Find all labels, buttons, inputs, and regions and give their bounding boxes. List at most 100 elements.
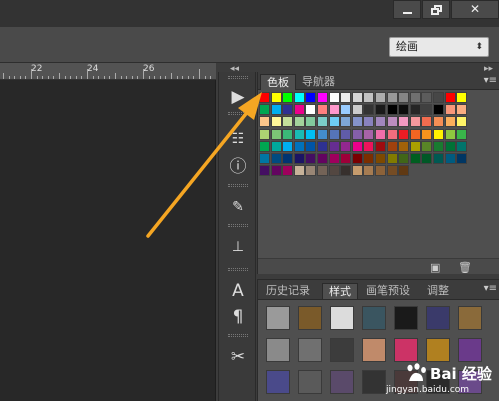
color-swatch[interactable] xyxy=(328,128,340,140)
color-swatch[interactable] xyxy=(444,140,456,152)
color-swatch[interactable] xyxy=(386,128,398,140)
color-swatch[interactable] xyxy=(259,92,270,103)
color-swatch[interactable] xyxy=(340,92,352,103)
tab-navigator[interactable]: 导航器 xyxy=(296,74,341,90)
color-swatch[interactable] xyxy=(293,140,305,152)
style-preset[interactable] xyxy=(458,338,482,362)
color-swatch[interactable] xyxy=(456,128,468,140)
color-swatch[interactable] xyxy=(259,165,270,177)
color-swatch[interactable] xyxy=(421,92,433,103)
color-swatch[interactable] xyxy=(433,153,444,164)
color-swatch[interactable] xyxy=(398,165,410,177)
color-swatch[interactable] xyxy=(375,128,386,140)
color-swatch[interactable] xyxy=(282,116,294,128)
color-swatch[interactable] xyxy=(456,104,468,116)
color-swatch[interactable] xyxy=(433,104,444,116)
color-swatch[interactable] xyxy=(340,153,352,164)
color-swatch[interactable] xyxy=(340,116,352,128)
color-swatch[interactable] xyxy=(282,128,294,140)
color-swatch[interactable] xyxy=(351,165,363,177)
color-swatch[interactable] xyxy=(421,128,433,140)
color-swatch[interactable] xyxy=(375,140,386,152)
color-swatch[interactable] xyxy=(293,92,305,103)
color-swatch[interactable] xyxy=(363,104,375,116)
color-swatch[interactable] xyxy=(433,128,444,140)
tab-history[interactable]: 历史记录 xyxy=(260,283,316,299)
color-swatch[interactable] xyxy=(351,116,363,128)
panel-menu-icon[interactable]: ▾≡ xyxy=(484,284,497,294)
color-swatch[interactable] xyxy=(293,116,305,128)
color-swatch[interactable] xyxy=(293,128,305,140)
color-swatch[interactable] xyxy=(386,92,398,103)
clone-stamp-icon[interactable]: ⊥ xyxy=(227,236,249,258)
color-swatch[interactable] xyxy=(398,116,410,128)
color-swatch[interactable] xyxy=(305,153,317,164)
tab-styles[interactable]: 样式 xyxy=(322,283,358,299)
color-swatch[interactable] xyxy=(375,104,386,116)
color-swatch[interactable] xyxy=(398,92,410,103)
color-swatch[interactable] xyxy=(340,165,352,177)
color-swatch[interactable] xyxy=(317,140,328,152)
color-swatch[interactable] xyxy=(363,165,375,177)
color-swatch[interactable] xyxy=(421,140,433,152)
color-swatch[interactable] xyxy=(398,140,410,152)
strip-grip[interactable] xyxy=(228,76,248,79)
color-swatch[interactable] xyxy=(351,128,363,140)
color-swatch[interactable] xyxy=(293,165,305,177)
strip-grip[interactable] xyxy=(228,184,248,187)
document-canvas-area[interactable]: 22 24 26 xyxy=(0,63,216,401)
color-swatch[interactable] xyxy=(305,92,317,103)
style-preset[interactable] xyxy=(426,306,450,330)
color-swatch[interactable] xyxy=(398,104,410,116)
color-swatch[interactable] xyxy=(386,116,398,128)
color-swatch[interactable] xyxy=(444,116,456,128)
color-swatch[interactable] xyxy=(317,92,328,103)
color-swatch[interactable] xyxy=(317,165,328,177)
color-swatch[interactable] xyxy=(375,92,386,103)
strip-grip[interactable] xyxy=(228,112,248,115)
color-swatch[interactable] xyxy=(444,104,456,116)
color-swatch[interactable] xyxy=(282,104,294,116)
color-swatch[interactable] xyxy=(259,153,270,164)
color-swatch[interactable] xyxy=(363,140,375,152)
color-swatch[interactable] xyxy=(282,92,294,103)
color-swatch[interactable] xyxy=(328,165,340,177)
color-swatch[interactable] xyxy=(305,128,317,140)
color-swatch[interactable] xyxy=(363,153,375,164)
color-swatch[interactable] xyxy=(259,104,270,116)
color-swatch[interactable] xyxy=(270,140,282,152)
style-preset[interactable] xyxy=(330,338,354,362)
strip-grip[interactable] xyxy=(228,268,248,271)
info-icon[interactable]: ⓘ xyxy=(227,156,249,178)
color-swatch[interactable] xyxy=(351,153,363,164)
restore-button[interactable] xyxy=(422,0,450,19)
color-swatch[interactable] xyxy=(293,104,305,116)
color-swatch[interactable] xyxy=(456,116,468,128)
color-swatch[interactable] xyxy=(409,128,421,140)
color-swatch[interactable] xyxy=(317,116,328,128)
new-swatch-icon[interactable]: ▣ xyxy=(430,261,440,274)
color-swatch[interactable] xyxy=(328,153,340,164)
horizontal-ruler[interactable]: 22 24 26 xyxy=(0,63,216,80)
color-swatch[interactable] xyxy=(259,116,270,128)
color-swatch[interactable] xyxy=(433,116,444,128)
style-preset[interactable] xyxy=(298,338,322,362)
color-swatch[interactable] xyxy=(293,153,305,164)
color-swatch[interactable] xyxy=(270,165,282,177)
color-swatch[interactable] xyxy=(305,116,317,128)
color-swatch[interactable] xyxy=(328,140,340,152)
style-preset[interactable] xyxy=(458,306,482,330)
color-swatch[interactable] xyxy=(363,128,375,140)
color-swatch[interactable] xyxy=(456,140,468,152)
color-swatch[interactable] xyxy=(421,153,433,164)
color-swatch[interactable] xyxy=(305,104,317,116)
color-swatch[interactable] xyxy=(386,165,398,177)
style-preset[interactable] xyxy=(394,338,418,362)
color-swatch[interactable] xyxy=(398,153,410,164)
color-swatch[interactable] xyxy=(375,116,386,128)
color-swatch[interactable] xyxy=(305,140,317,152)
color-swatch[interactable] xyxy=(398,128,410,140)
tab-swatches[interactable]: 色板 xyxy=(260,74,296,90)
color-swatch[interactable] xyxy=(282,140,294,152)
play-actions-icon[interactable]: ▶ xyxy=(227,86,249,108)
